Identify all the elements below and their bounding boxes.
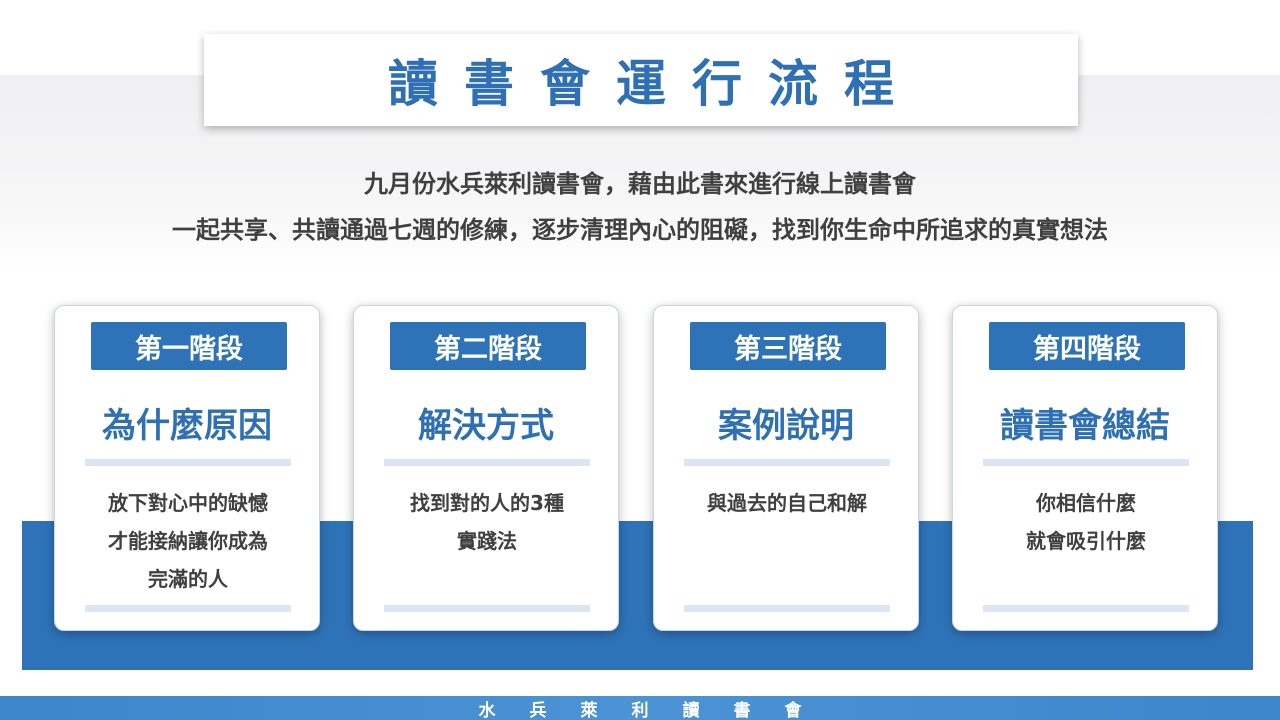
stage-description: 與過去的自己和解: [664, 484, 910, 522]
divider-bottom: [983, 605, 1189, 612]
stage-description: 找到對的人的3種 實踐法: [364, 484, 610, 560]
divider-bottom: [85, 605, 291, 612]
stage-badge: 第三階段: [690, 322, 886, 370]
desc-line: 與過去的自己和解: [707, 491, 867, 515]
desc-line: 實踐法: [457, 529, 517, 553]
stage-card-1: 第一階段 為什麼原因 放下對心中的缺憾 才能接納讓你成為 完滿的人: [54, 305, 320, 631]
stage-card-2: 第二階段 解決方式 找到對的人的3種 實踐法: [353, 305, 619, 631]
stage-heading: 讀書會總結: [1000, 406, 1170, 446]
divider-top: [85, 459, 291, 466]
subtitle-line-2: 一起共享、共讀通過七週的修練，逐步清理內心的阻礙，找到你生命中所追求的真實想法: [172, 216, 1108, 244]
divider-top: [983, 459, 1189, 466]
desc-line: 放下對心中的缺憾: [108, 491, 268, 515]
divider-top: [684, 459, 890, 466]
stage-badge: 第一階段: [91, 322, 287, 370]
stage-card-4: 第四階段 讀書會總結 你相信什麼 就會吸引什麼: [952, 305, 1218, 631]
desc-line: 就會吸引什麼: [1026, 529, 1146, 553]
divider-top: [384, 459, 590, 466]
desc-line: 找到對的人的3種: [410, 491, 564, 515]
stage-heading: 案例說明: [718, 406, 854, 446]
stage-heading: 解決方式: [418, 406, 554, 446]
title-box: 讀書會運行流程: [204, 34, 1078, 126]
page-title: 讀書會運行流程: [388, 55, 920, 113]
divider-bottom: [384, 605, 590, 612]
desc-line: 才能接納讓你成為: [108, 529, 268, 553]
footer-text: 水兵萊利讀書會: [478, 700, 836, 720]
stage-badge: 第四階段: [989, 322, 1185, 370]
divider-bottom: [684, 605, 890, 612]
stage-card-3: 第三階段 案例說明 與過去的自己和解: [653, 305, 919, 631]
stage-description: 放下對心中的缺憾 才能接納讓你成為 完滿的人: [65, 484, 311, 598]
desc-line: 完滿的人: [148, 567, 228, 591]
stage-badge: 第二階段: [390, 322, 586, 370]
subtitle-line-1: 九月份水兵萊利讀書會，藉由此書來進行線上讀書會: [364, 170, 916, 198]
desc-line: 你相信什麼: [1036, 491, 1136, 515]
footer-bar: 水兵萊利讀書會: [0, 696, 1280, 720]
stage-heading: 為什麼原因: [102, 406, 272, 446]
stage-description: 你相信什麼 就會吸引什麼: [963, 484, 1209, 560]
